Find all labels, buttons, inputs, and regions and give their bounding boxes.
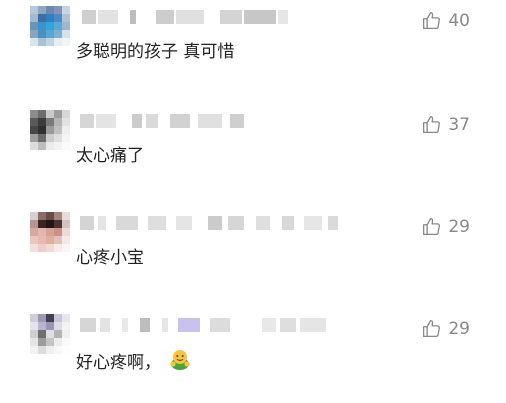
- thumbs-up-icon: [423, 11, 441, 30]
- comment-item: 好心疼啊， 29: [0, 308, 506, 403]
- comment-text-content: 好心疼啊，: [76, 353, 161, 373]
- like-button[interactable]: 37: [421, 114, 470, 135]
- comment-item: 心疼小宝 29: [0, 206, 506, 301]
- like-count: 37: [448, 114, 470, 135]
- comment-text: 好心疼啊，: [76, 349, 191, 377]
- comment-item: 多聪明的孩子 真可惜 40: [0, 0, 506, 95]
- thumbs-up-icon: [423, 115, 441, 134]
- comment-text: 心疼小宝: [76, 248, 144, 268]
- like-count: 29: [448, 318, 470, 339]
- comment-text: 多聪明的孩子 真可惜: [76, 42, 235, 62]
- avatar[interactable]: [30, 314, 70, 354]
- hug-emoji: [169, 349, 191, 377]
- comment-text: 太心痛了: [76, 146, 144, 166]
- like-count: 29: [448, 216, 470, 237]
- thumbs-up-icon: [423, 217, 441, 236]
- like-button[interactable]: 29: [421, 318, 470, 339]
- like-count: 40: [448, 10, 470, 31]
- like-button[interactable]: 40: [421, 10, 470, 31]
- comment-item: 太心痛了 37: [0, 104, 506, 199]
- thumbs-up-icon: [423, 319, 441, 338]
- avatar[interactable]: [30, 110, 70, 150]
- like-button[interactable]: 29: [421, 216, 470, 237]
- avatar[interactable]: [30, 6, 70, 46]
- avatar[interactable]: [30, 212, 70, 252]
